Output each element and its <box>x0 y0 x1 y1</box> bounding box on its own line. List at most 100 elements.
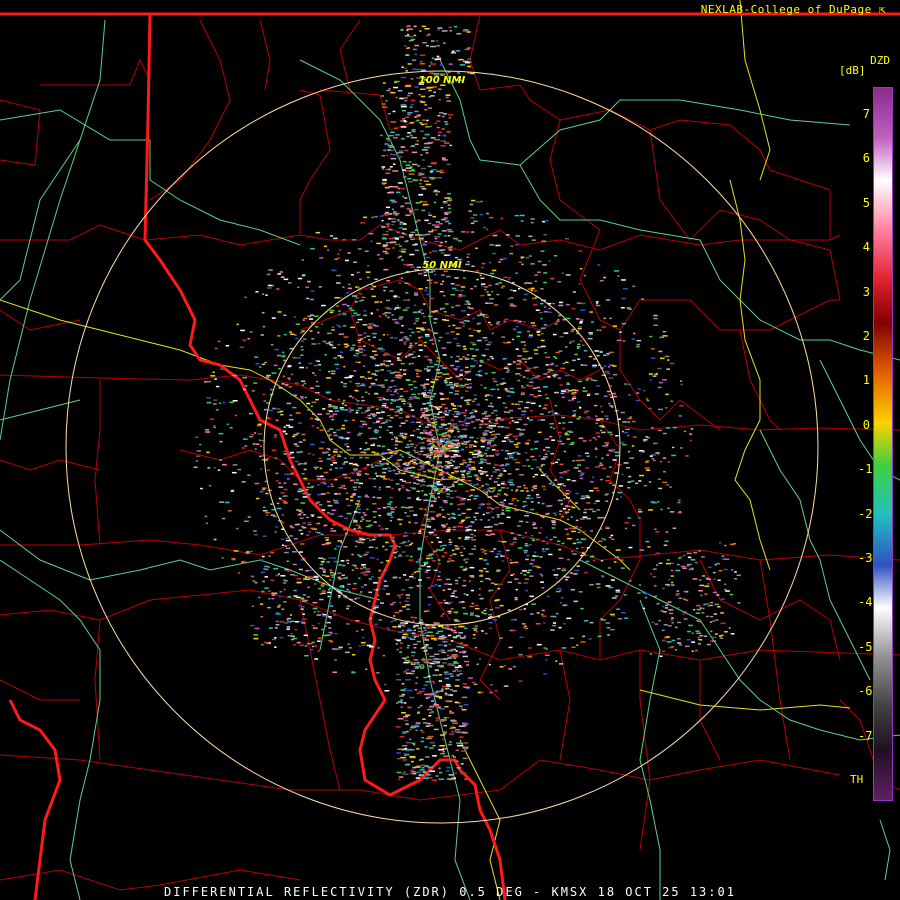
echo-cell <box>392 464 396 467</box>
echo-cell <box>415 457 420 459</box>
echo-cell <box>313 374 317 377</box>
echo-cell <box>544 352 547 354</box>
echo-cell <box>406 208 412 210</box>
echo-cell <box>552 302 555 305</box>
echo-cell <box>495 556 499 558</box>
echo-cell <box>395 483 400 485</box>
echo-cell <box>430 137 436 139</box>
echo-cell <box>534 473 539 476</box>
echo-cell <box>421 565 426 567</box>
echo-cell <box>493 523 499 526</box>
echo-cell <box>265 568 269 571</box>
echo-cell <box>280 538 285 541</box>
echo-cell <box>426 366 430 368</box>
echo-cell <box>530 221 534 224</box>
echo-cell <box>436 55 440 58</box>
echo-cell <box>601 431 606 434</box>
echo-cell <box>207 467 211 469</box>
echo-cell <box>365 525 371 528</box>
echo-cell <box>559 463 564 466</box>
echo-cell <box>403 390 409 393</box>
echo-cell <box>413 34 417 37</box>
echo-cell <box>357 345 362 348</box>
echo-cell <box>420 740 425 743</box>
echo-cell <box>438 469 443 471</box>
echo-cell <box>447 486 451 488</box>
echo-cell <box>566 438 571 440</box>
echo-cell <box>480 200 483 203</box>
echo-cell <box>342 401 345 403</box>
echo-cell <box>438 406 443 408</box>
echo-cell <box>528 336 533 338</box>
echo-cell <box>669 362 675 365</box>
echo-cell <box>360 591 363 593</box>
echo-cell <box>370 444 375 446</box>
echo-cell <box>387 629 391 631</box>
echo-cell <box>301 274 306 277</box>
echo-cell <box>483 567 487 570</box>
echo-cell <box>459 705 463 707</box>
echo-cell <box>367 325 372 328</box>
echo-cell <box>484 348 489 351</box>
echo-cell <box>433 534 438 536</box>
echo-cell <box>402 730 406 733</box>
echo-cell <box>440 438 443 440</box>
echo-cell <box>326 542 332 544</box>
echo-cell <box>421 188 427 190</box>
echo-cell <box>371 576 375 578</box>
echo-cell <box>570 393 576 395</box>
echo-cell <box>509 543 515 545</box>
echo-cell <box>376 497 382 499</box>
echo-cell <box>478 374 483 377</box>
echo-cell <box>605 444 609 446</box>
echo-cell <box>369 620 372 623</box>
echo-cell <box>448 517 451 520</box>
echo-cell <box>637 592 641 594</box>
echo-cell <box>312 454 315 456</box>
echo-cell <box>431 40 435 42</box>
echo-cell <box>453 661 457 663</box>
echo-cell <box>542 386 548 388</box>
echo-cell <box>371 344 375 347</box>
echo-cell <box>627 417 632 420</box>
echo-cell <box>501 560 505 562</box>
echo-cell <box>471 231 475 233</box>
echo-cell <box>512 541 517 544</box>
echo-cell <box>556 543 560 546</box>
echo-cell <box>381 386 385 388</box>
echo-cell <box>405 292 409 294</box>
echo-cell <box>391 462 394 464</box>
echo-cell <box>455 284 461 286</box>
echo-cell <box>479 426 482 429</box>
echo-cell <box>621 323 626 325</box>
echo-cell <box>441 30 448 32</box>
echo-cell <box>418 425 421 427</box>
echo-cell <box>454 256 459 259</box>
echo-cell <box>425 518 431 521</box>
echo-cell <box>427 476 432 479</box>
echo-cell <box>411 462 416 465</box>
echo-cell <box>516 367 522 370</box>
echo-cell <box>337 253 340 255</box>
echo-cell <box>404 433 408 435</box>
echo-cell <box>433 240 440 243</box>
echo-cell <box>410 38 416 41</box>
echo-cell <box>399 245 402 247</box>
echo-cell <box>393 556 397 559</box>
echo-cell <box>571 530 576 533</box>
echo-cell <box>367 265 370 267</box>
echo-cell <box>579 477 584 480</box>
echo-cell <box>525 256 530 259</box>
echo-cell <box>573 391 577 394</box>
echo-cell <box>442 373 447 375</box>
echo-cell <box>354 398 358 401</box>
echo-cell <box>509 303 514 305</box>
echo-cell <box>359 293 363 295</box>
echo-cell <box>356 530 361 532</box>
echo-cell <box>336 561 339 563</box>
echo-cell <box>364 584 367 586</box>
echo-cell <box>484 423 489 425</box>
echo-cell <box>279 636 284 639</box>
echo-cell <box>512 665 516 668</box>
echo-cell <box>523 574 527 576</box>
